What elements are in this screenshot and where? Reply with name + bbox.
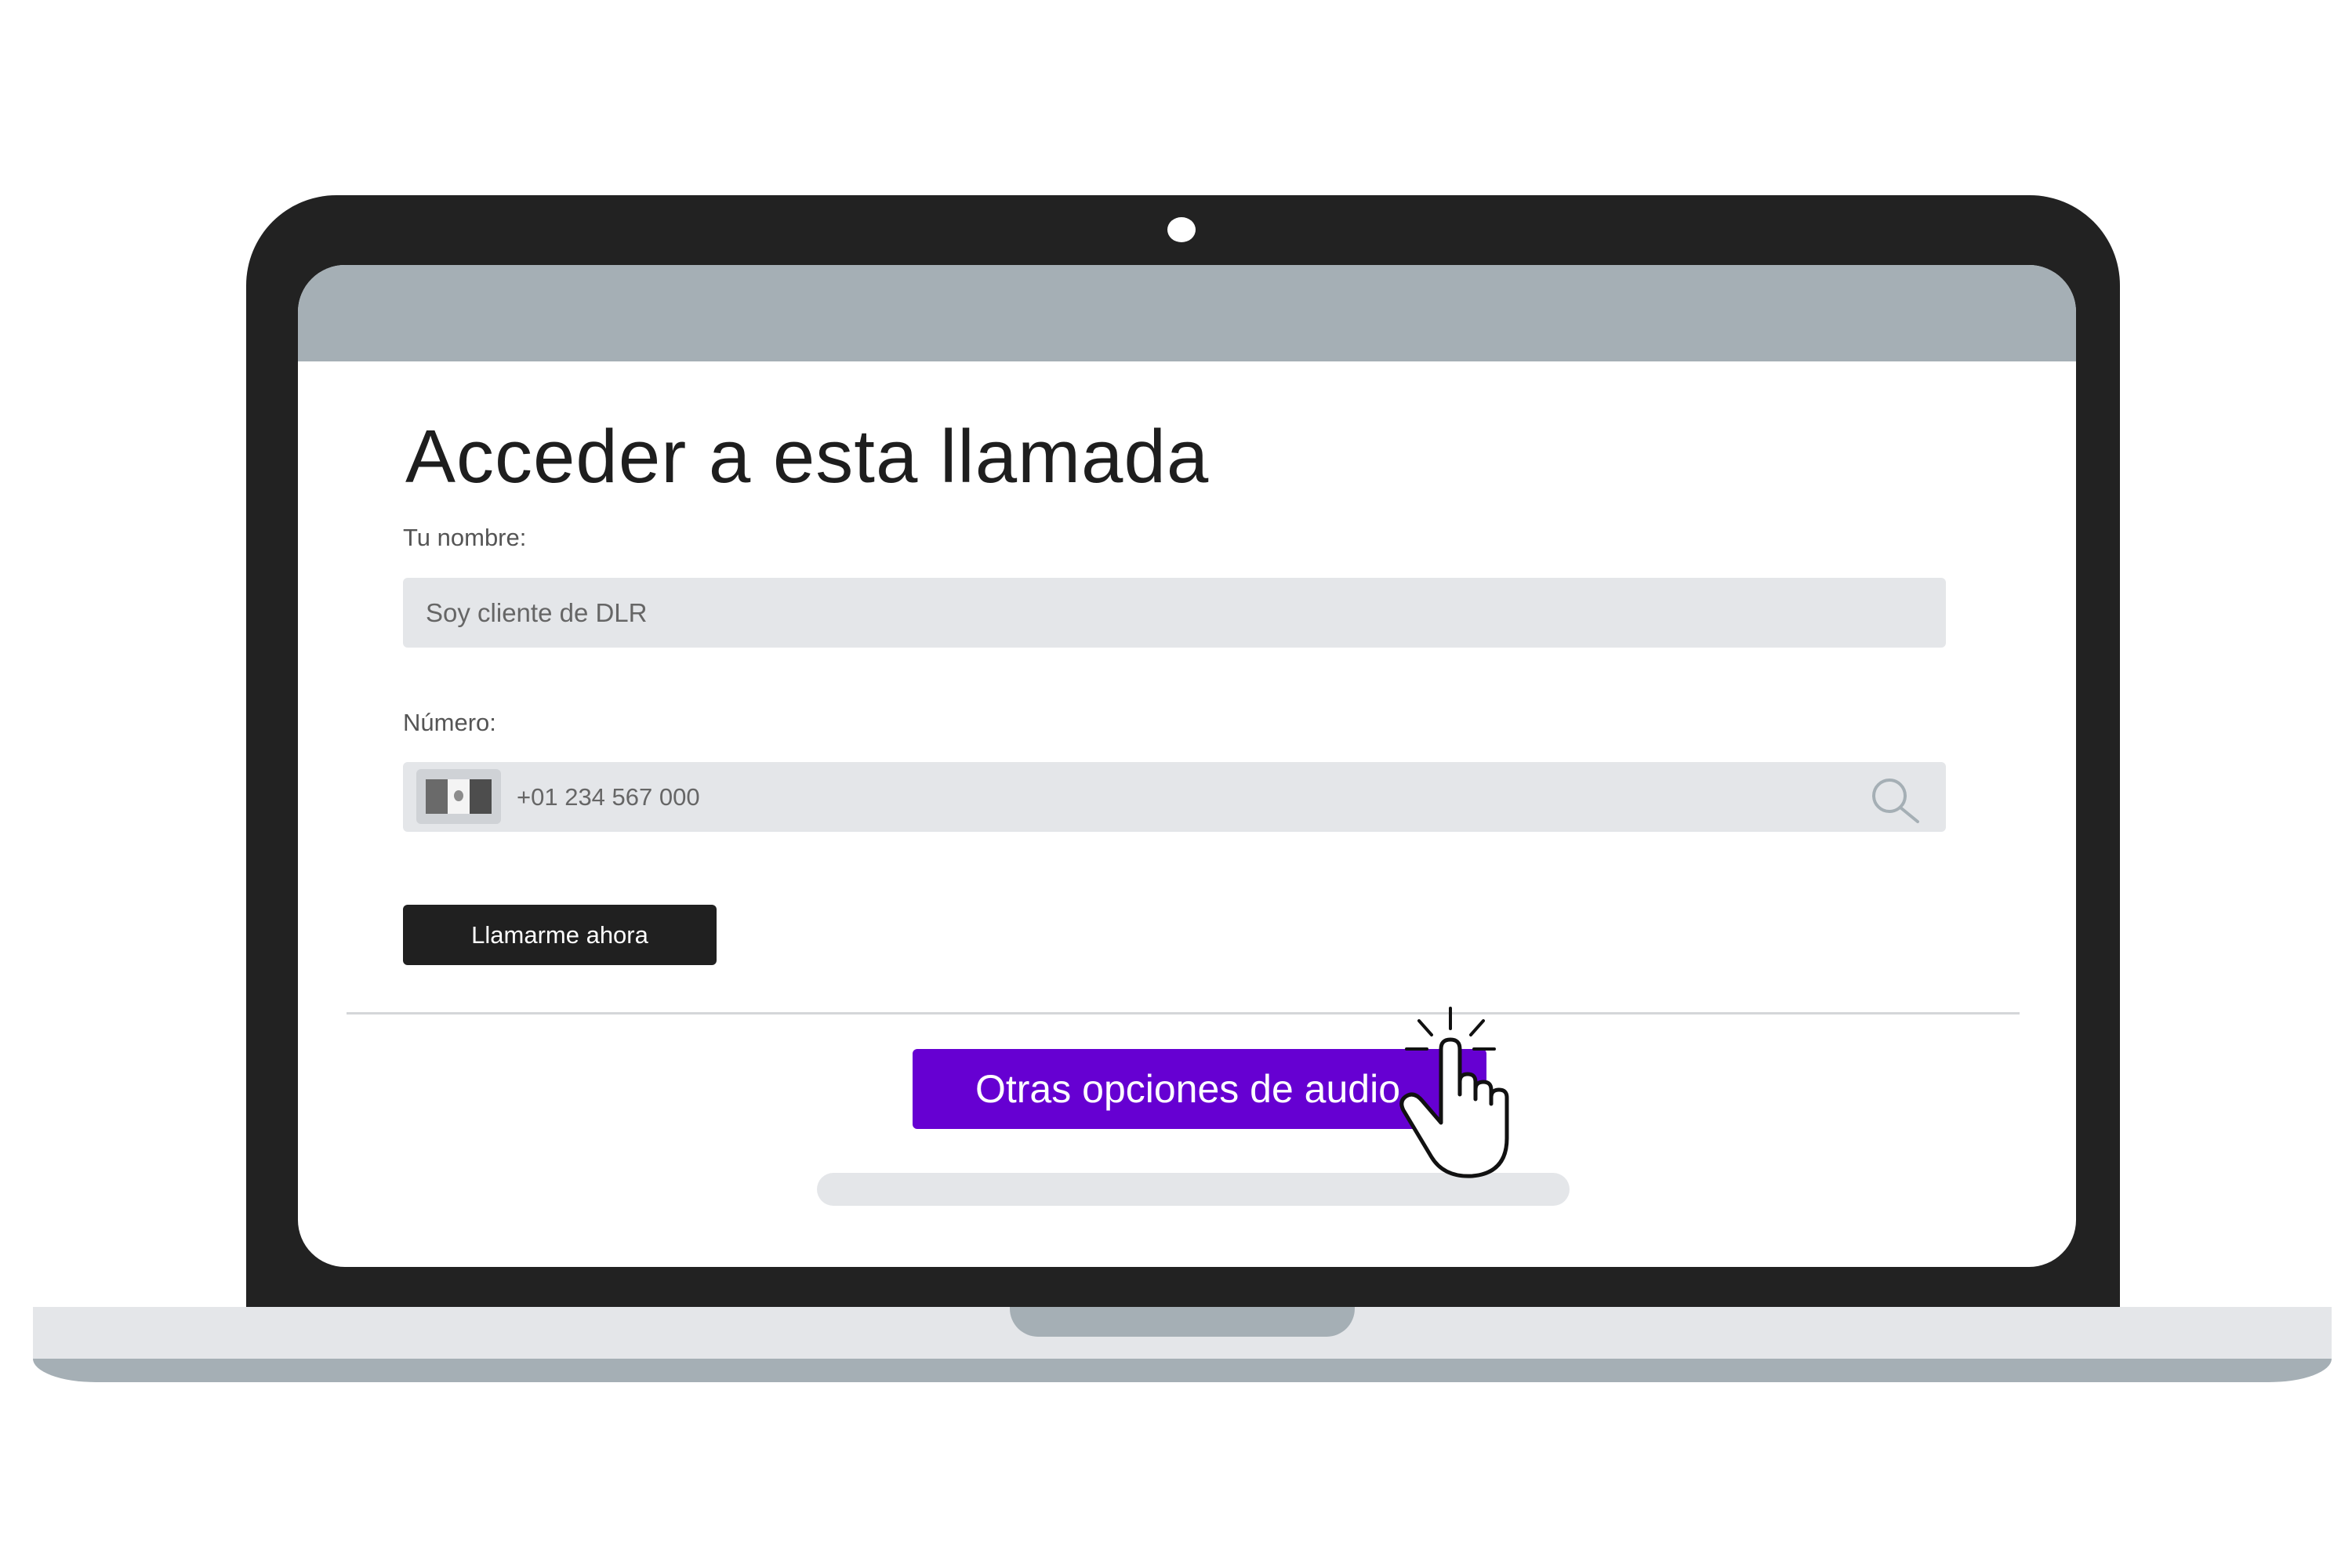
laptop-base-edge: [33, 1359, 2332, 1382]
page-title: Acceder a esta llamada: [405, 415, 1210, 499]
divider: [347, 1012, 2020, 1014]
laptop-notch: [1010, 1307, 1355, 1337]
search-icon[interactable]: [1869, 776, 1921, 823]
hand-cursor-icon: [1399, 1007, 1509, 1178]
browser-bar: [298, 265, 2076, 361]
number-label: Número:: [403, 709, 496, 736]
name-label: Tu nombre:: [403, 524, 527, 551]
laptop-screen: Acceder a esta llamada Tu nombre: Número…: [298, 265, 2076, 1267]
call-me-now-button[interactable]: Llamarme ahora: [403, 905, 717, 965]
phone-field: [403, 762, 1946, 832]
mexico-flag-icon: [426, 779, 492, 814]
country-selector[interactable]: [416, 769, 501, 824]
name-input[interactable]: [403, 578, 1946, 648]
phone-input[interactable]: [517, 762, 1849, 832]
webcam-icon: [1167, 217, 1196, 242]
